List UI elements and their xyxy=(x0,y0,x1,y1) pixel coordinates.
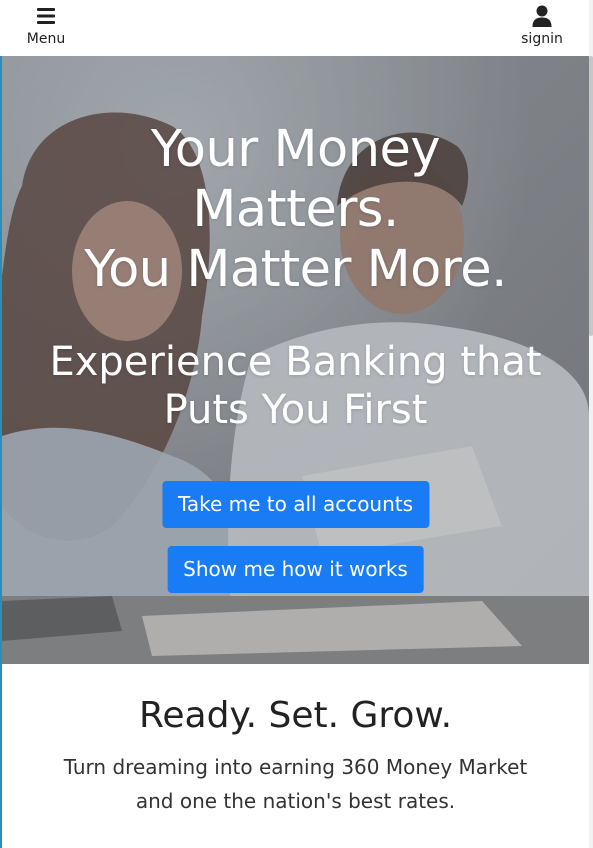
grow-section: Ready. Set. Grow. Turn dreaming into ear… xyxy=(2,664,589,848)
user-icon xyxy=(532,4,552,28)
signin-button[interactable]: signin xyxy=(519,4,565,48)
all-accounts-button[interactable]: Take me to all accounts xyxy=(161,481,430,528)
top-nav: Menu signin xyxy=(0,0,589,56)
hamburger-icon xyxy=(36,4,56,28)
hero-subtitle-line-1: Experience Banking that xyxy=(49,339,542,385)
menu-label: Menu xyxy=(26,31,66,47)
hero-title-line-2: Matters. xyxy=(192,180,399,239)
grow-title: Ready. Set. Grow. xyxy=(138,695,453,736)
page: Menu signin Your Money Matters. You Matt… xyxy=(0,0,593,848)
scrollbar-thumb[interactable] xyxy=(589,56,593,336)
hero-title-line-3: You Matter More. xyxy=(84,240,507,299)
grow-description: Turn dreaming into earning 360 Money Mar… xyxy=(63,755,528,813)
hero-subtitle-line-2: Puts You First xyxy=(163,387,428,433)
hero-subtitle: Experience Banking that Puts You First xyxy=(2,338,589,434)
signin-label: signin xyxy=(521,31,563,47)
hero-banner: Your Money Matters. You Matter More. Exp… xyxy=(2,56,589,664)
how-it-works-button[interactable]: Show me how it works xyxy=(167,546,424,593)
hero-content: Your Money Matters. You Matter More. Exp… xyxy=(2,56,589,664)
hero-title-line-1: Your Money xyxy=(150,120,441,179)
hero-title: Your Money Matters. You Matter More. xyxy=(2,120,589,300)
menu-button[interactable]: Menu xyxy=(24,4,68,48)
